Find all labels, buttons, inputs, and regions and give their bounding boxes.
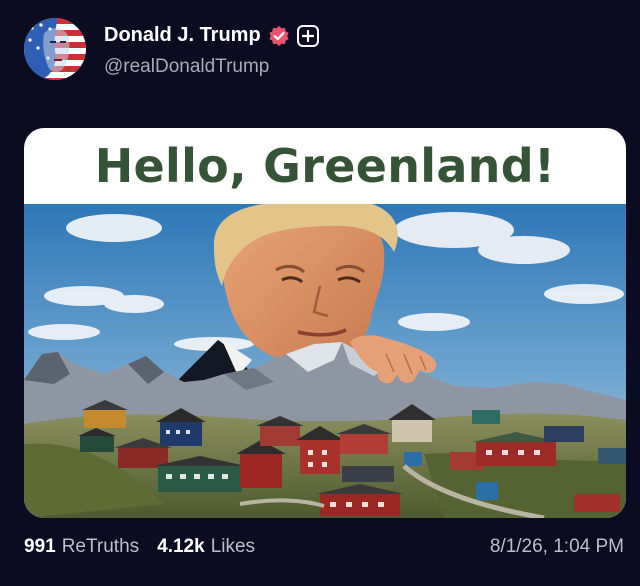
verified-badge-icon	[268, 25, 290, 47]
plus-icon	[301, 29, 314, 42]
greenland-scene-image	[24, 204, 626, 518]
retruths-count[interactable]: 991 ReTruths	[24, 536, 139, 558]
name-row: Donald J. Trump	[104, 24, 319, 47]
post-header: Donald J. Trump @realDonaldTrump	[24, 16, 616, 80]
image-title: Hello, Greenland!	[94, 139, 556, 193]
likes-count[interactable]: 4.12k Likes	[157, 536, 255, 558]
user-handle[interactable]: @realDonaldTrump	[104, 56, 269, 78]
likes-number: 4.12k	[157, 536, 205, 557]
follow-button[interactable]	[296, 24, 319, 47]
post-image[interactable]: Hello, Greenland!	[24, 128, 626, 518]
post-footer: 991 ReTruths 4.12k Likes 8/1/26, 1:04 PM	[24, 536, 624, 564]
likes-label: Likes	[210, 536, 256, 557]
avatar[interactable]	[24, 18, 86, 80]
display-name[interactable]: Donald J. Trump	[104, 24, 261, 47]
post-timestamp[interactable]: 8/1/26, 1:04 PM	[490, 536, 624, 558]
retruths-label: ReTruths	[61, 536, 140, 557]
engagement-stats: 991 ReTruths 4.12k Likes	[24, 536, 255, 558]
retruths-number: 991	[24, 536, 56, 557]
